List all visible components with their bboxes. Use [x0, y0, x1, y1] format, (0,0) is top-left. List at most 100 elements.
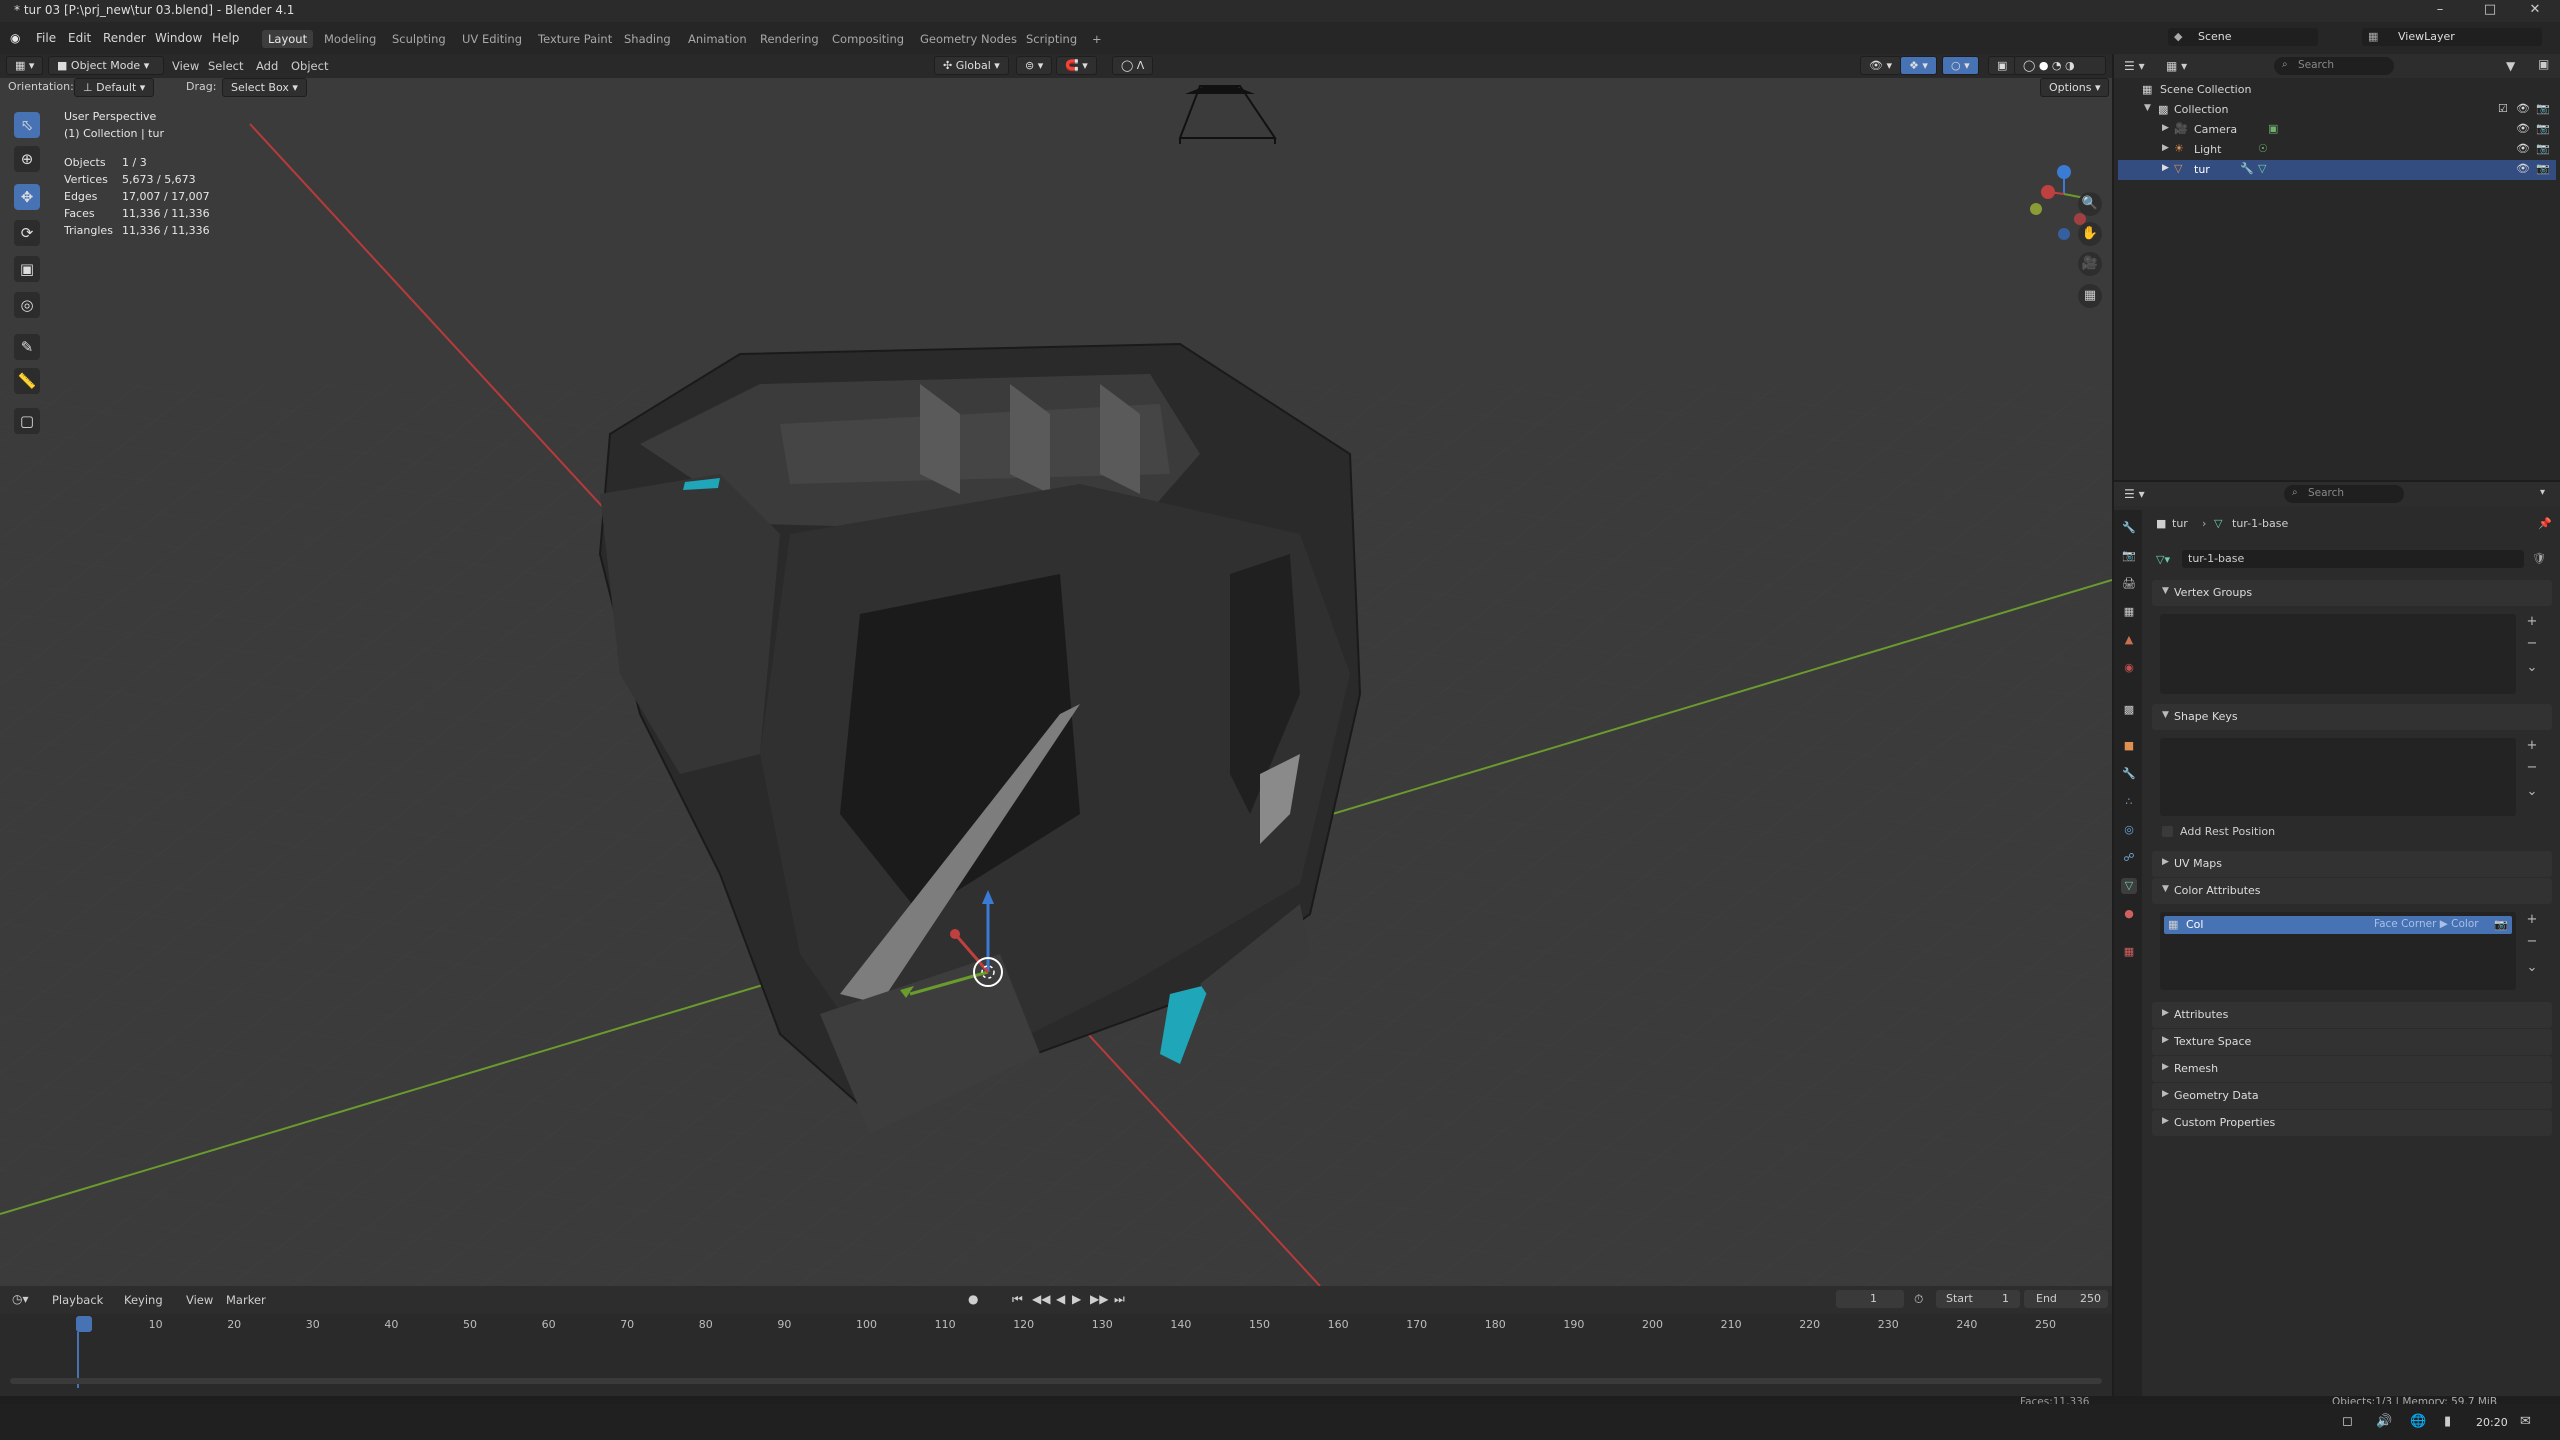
notification-icon[interactable]: ✉ [2520, 1414, 2531, 1429]
blender-logo-icon[interactable]: ◉ [10, 31, 20, 45]
jump-start-icon[interactable]: ⏮ [1012, 1292, 1023, 1307]
pan-hand-icon[interactable]: ✋ [2078, 222, 2102, 246]
menu-select[interactable]: Select [208, 59, 243, 73]
wireframe-shading-icon[interactable]: ◯ [2023, 59, 2035, 72]
maximize-icon[interactable]: □ [2470, 2, 2510, 17]
menu-file[interactable]: File [36, 31, 56, 45]
properties-search[interactable]: ⌕ Search [2284, 485, 2404, 503]
menu-help[interactable]: Help [212, 31, 239, 45]
filter-icon[interactable]: ▼ [2506, 59, 2515, 73]
mesh-data-tab-icon[interactable]: ▽ [2121, 878, 2137, 894]
menu-add[interactable]: Add [256, 59, 278, 73]
play-reverse-icon[interactable]: ◀ [1056, 1292, 1065, 1306]
pin-icon[interactable]: 📌 [2538, 517, 2552, 530]
menu-view[interactable]: View [172, 59, 199, 73]
gizmo-toggle[interactable]: ❖ ▾ [1900, 56, 1937, 75]
shading-mode-group[interactable]: ◯ ● ◔ ◑ [2014, 56, 2106, 75]
panel-attributes[interactable]: ▶ Attributes [2152, 1002, 2552, 1028]
camera-render-icon[interactable]: 📷 [2536, 142, 2550, 155]
color-attribute-menu-icon[interactable]: ⌄ [2522, 958, 2542, 978]
rendered-shading-icon[interactable]: ◑ [2065, 59, 2075, 72]
eye-icon[interactable]: 👁 [2516, 122, 2530, 135]
outliner-editor-icon[interactable]: ☰ ▾ [2124, 59, 2145, 73]
texture-tab-icon[interactable]: ▦ [2121, 944, 2137, 960]
zoom-icon[interactable]: 🔍 [2078, 192, 2102, 216]
new-collection-icon[interactable]: ▣ [2538, 57, 2549, 71]
outliner-row-collection[interactable]: ▼ ▩ Collection ☑ 👁 📷 [2118, 100, 2556, 120]
collapse-arrow-icon[interactable]: ▼ [2144, 103, 2151, 113]
perspective-toggle-icon[interactable]: ▦ [2078, 284, 2102, 308]
battery-icon[interactable]: ▮ [2444, 1414, 2451, 1429]
timeline-editor-icon[interactable]: ◷▾ [12, 1292, 29, 1306]
view-layer-tab-icon[interactable]: ▦ [2121, 604, 2137, 620]
eye-icon[interactable]: 👁 [2516, 142, 2530, 155]
add-cube-tool-icon[interactable]: ▢ [14, 408, 40, 434]
outliner-row-light[interactable]: ▶ ☀ Light ☉ 👁 📷 [2118, 140, 2556, 160]
prev-keyframe-icon[interactable]: ◀◀ [1032, 1292, 1050, 1306]
remove-shape-key-button[interactable]: − [2522, 758, 2542, 778]
camera-render-icon[interactable]: 📷 [2536, 162, 2550, 175]
camera-render-icon[interactable]: 📷 [2536, 102, 2550, 115]
checkbox-icon[interactable]: ☑ [2498, 102, 2508, 115]
tab-rendering[interactable]: Rendering [754, 30, 825, 48]
tab-geometry-nodes[interactable]: Geometry Nodes [914, 30, 1023, 48]
menu-playback[interactable]: Playback [52, 1293, 103, 1307]
xray-toggle[interactable]: ▣ [1988, 56, 2017, 75]
drag-dropdown[interactable]: Select Box ▾ [222, 78, 307, 97]
add-vertex-group-button[interactable]: + [2522, 612, 2542, 632]
end-frame-field[interactable]: End 250 [2024, 1290, 2108, 1308]
material-shading-icon[interactable]: ◔ [2052, 59, 2062, 72]
volume-icon[interactable]: 🔊 [2376, 1414, 2392, 1429]
color-attribute-item[interactable]: ▦ Col Face Corner ▶ Color 📷 [2164, 916, 2512, 934]
tab-modeling[interactable]: Modeling [318, 30, 382, 48]
close-icon[interactable]: ✕ [2515, 2, 2555, 17]
panel-uv-maps[interactable]: ▶ UV Maps [2152, 851, 2552, 877]
snap-button[interactable]: 🧲 ▾ [1056, 56, 1097, 75]
menu-edit[interactable]: Edit [68, 31, 91, 45]
fake-user-shield-icon[interactable]: 🛡 [2532, 552, 2546, 565]
tab-shading[interactable]: Shading [618, 30, 677, 48]
menu-view[interactable]: View [186, 1293, 213, 1307]
expand-arrow-icon[interactable]: ▶ [2162, 143, 2169, 153]
panel-color-attributes[interactable]: ▼ Color Attributes [2152, 878, 2552, 904]
menu-object[interactable]: Object [291, 59, 328, 73]
expand-arrow-icon[interactable]: ▶ [2162, 163, 2169, 173]
physics-tab-icon[interactable]: ◎ [2121, 822, 2137, 838]
add-shape-key-button[interactable]: + [2522, 736, 2542, 756]
start-frame-field[interactable]: Start 1 [1936, 1290, 2020, 1308]
shape-key-menu-icon[interactable]: ⌄ [2522, 782, 2542, 802]
proportional-edit-button[interactable]: ◯ Λ [1112, 56, 1154, 75]
editor-type-button[interactable]: ▦ ▾ [6, 56, 44, 75]
tab-texture-paint[interactable]: Texture Paint [532, 30, 618, 48]
remove-color-attribute-button[interactable]: − [2522, 932, 2542, 952]
outliner-search[interactable]: ⌕ Search [2274, 57, 2394, 75]
collection-tab-icon[interactable]: ▩ [2121, 702, 2137, 718]
usb-icon[interactable]: ◻ [2342, 1414, 2353, 1429]
jump-end-icon[interactable]: ⏭ [1114, 1292, 1125, 1307]
playhead-marker[interactable] [76, 1316, 92, 1332]
cursor-tool-icon[interactable]: ⊕ [14, 146, 40, 172]
globe-icon[interactable]: 🌐 [2410, 1414, 2426, 1429]
auto-keying-icon[interactable]: ● [968, 1292, 978, 1306]
mesh-name-field[interactable]: tur-1-base [2182, 550, 2524, 568]
next-keyframe-icon[interactable]: ▶▶ [1090, 1292, 1108, 1306]
mesh-browse-icon[interactable]: ▽▾ [2156, 553, 2170, 566]
shape-keys-list[interactable] [2160, 738, 2516, 816]
options-dropdown[interactable]: Options ▾ [2040, 78, 2110, 97]
timeline-scrollbar[interactable] [10, 1378, 2102, 1384]
object-tab-icon[interactable]: ■ [2121, 738, 2137, 754]
menu-window[interactable]: Window [155, 31, 202, 45]
add-workspace-button[interactable]: + [1086, 30, 1108, 48]
stopwatch-icon[interactable]: ⏱ [1914, 1292, 1923, 1307]
add-color-attribute-button[interactable]: + [2522, 910, 2542, 930]
view-layer-selector[interactable]: ▦ ViewLayer [2362, 28, 2542, 46]
render-tab-icon[interactable]: 📷 [2121, 548, 2137, 564]
properties-editor-icon[interactable]: ☰ ▾ [2124, 487, 2145, 501]
play-icon[interactable]: ▶ [1072, 1292, 1081, 1306]
menu-marker[interactable]: Marker [226, 1293, 266, 1307]
material-tab-icon[interactable]: ● [2121, 906, 2137, 922]
minimize-icon[interactable]: – [2420, 2, 2460, 17]
panel-shape-keys[interactable]: ▼ Shape Keys [2152, 704, 2552, 730]
output-tab-icon[interactable]: 🖨 [2121, 576, 2137, 592]
outliner-row-tur[interactable]: ▶ ▽ tur 🔧 ▽ 👁 📷 [2118, 160, 2556, 180]
